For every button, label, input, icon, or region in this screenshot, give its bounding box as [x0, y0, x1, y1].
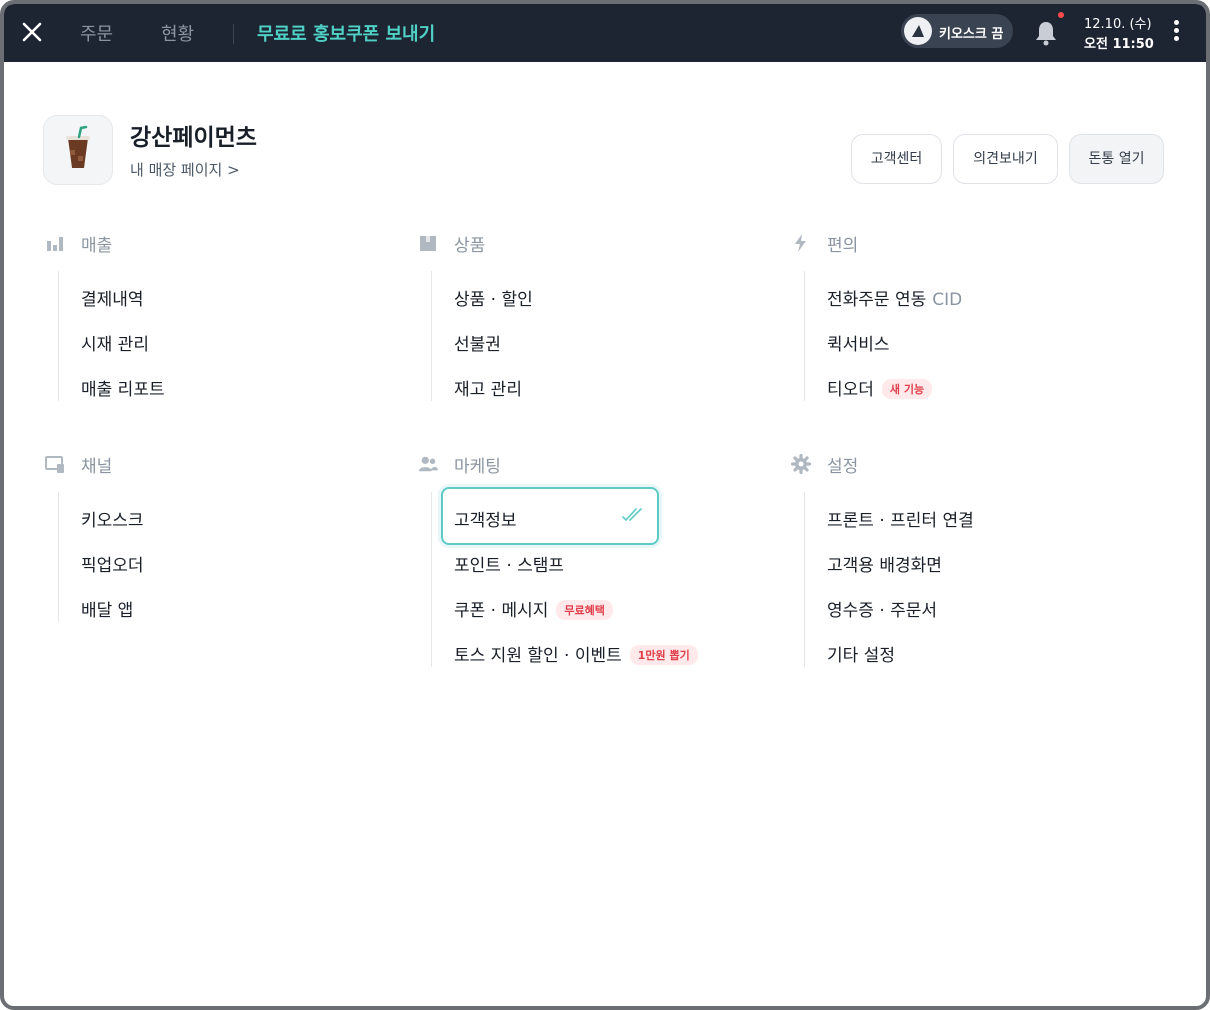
menu-pickup-order[interactable]: 픽업오더	[81, 551, 144, 576]
menu-quick-service[interactable]: 퀵서비스	[827, 330, 890, 355]
box-icon	[420, 236, 436, 251]
menu-torder[interactable]: 티오더 새 기능	[827, 375, 933, 400]
group-title: 상품	[454, 236, 486, 256]
app-window: 주문 현황 무료로 홍보쿠폰 보내기 키오스크 끔 12.10. (수) 오전 …	[0, 0, 1210, 1010]
menu-other-settings[interactable]: 기타 설정	[827, 641, 895, 666]
group-title: 마케팅	[454, 457, 501, 477]
promo-coupon-link[interactable]: 무료로 홍보쿠폰 보내기	[257, 20, 435, 46]
bell-icon[interactable]	[1034, 20, 1058, 46]
menu-coupons-messages[interactable]: 쿠폰 · 메시지 무료혜택	[454, 596, 613, 621]
more-menu-icon[interactable]	[1172, 20, 1180, 44]
free-benefit-badge: 무료혜택	[556, 600, 613, 620]
menu-inventory[interactable]: 재고 관리	[454, 375, 522, 400]
menu-sales-report[interactable]: 매출 리포트	[81, 375, 165, 400]
customer-center-button[interactable]: 고객센터	[851, 134, 942, 184]
clock-date: 12.10. (수)	[1084, 17, 1152, 32]
group-title: 설정	[827, 457, 859, 477]
store-avatar	[43, 115, 113, 185]
divider	[804, 271, 805, 401]
menu-customer-wallpaper[interactable]: 고객용 배경화면	[827, 551, 942, 576]
menu-cash-management[interactable]: 시재 관리	[81, 330, 149, 355]
draw-badge: 1만원 뽑기	[629, 645, 698, 665]
divider	[233, 24, 234, 44]
open-cash-drawer-button[interactable]: 돈통 열기	[1069, 134, 1164, 184]
new-feature-badge: 새 기능	[881, 379, 933, 399]
divider	[804, 492, 805, 667]
my-store-page-link[interactable]: 내 매장 페이지 >	[130, 159, 240, 180]
kiosk-toggle-label: 키오스크 끔	[939, 27, 1004, 42]
gear-icon	[791, 454, 811, 474]
divider	[58, 492, 59, 622]
tab-status[interactable]: 현황	[161, 20, 194, 46]
store-name: 강산페이먼츠	[130, 125, 257, 151]
tab-order[interactable]: 주문	[80, 20, 113, 46]
cid-label: CID	[932, 290, 963, 310]
menu-receipt-order-sheet[interactable]: 영수증 · 주문서	[827, 596, 937, 621]
notification-dot	[1058, 12, 1064, 18]
menu-customer-info[interactable]: 고객정보	[454, 506, 517, 531]
divider	[431, 492, 432, 667]
menu-torder-label: 티오더	[827, 380, 874, 400]
menu-front-printer[interactable]: 프론트 · 프린터 연결	[827, 506, 974, 531]
menu-delivery-app[interactable]: 배달 앱	[81, 596, 133, 621]
menu-toss-discount-event[interactable]: 토스 지원 할인 · 이벤트 1만원 뽑기	[454, 641, 698, 666]
close-icon[interactable]	[18, 18, 46, 46]
feedback-button[interactable]: 의견보내기	[953, 134, 1058, 184]
group-title: 편의	[827, 236, 859, 256]
top-bar: 주문 현황 무료로 홍보쿠폰 보내기 키오스크 끔 12.10. (수) 오전 …	[4, 4, 1206, 62]
kiosk-icon	[912, 25, 924, 37]
kiosk-toggle-knob	[904, 17, 932, 45]
monitor-icon	[45, 456, 64, 473]
menu-coupons-label: 쿠폰 · 메시지	[454, 601, 549, 621]
double-check-icon	[622, 508, 642, 522]
clock-time: 오전 11:50	[1084, 37, 1154, 52]
menu-phone-order-label: 전화주문 연동	[827, 290, 927, 310]
menu-prepaid[interactable]: 선불권	[454, 330, 501, 355]
menu-points-stamps[interactable]: 포인트 · 스탬프	[454, 551, 564, 576]
divider	[431, 271, 432, 401]
group-title: 채널	[81, 457, 113, 477]
group-title: 매출	[81, 236, 113, 256]
menu-products-discounts[interactable]: 상품 · 할인	[454, 285, 533, 310]
kiosk-toggle[interactable]: 키오스크 끔	[901, 14, 1013, 48]
divider	[58, 271, 59, 401]
coffee-cup-icon	[66, 125, 90, 168]
menu-phone-order[interactable]: 전화주문 연동 CID	[827, 285, 962, 310]
lightning-icon	[795, 234, 806, 252]
menu-kiosk[interactable]: 키오스크	[81, 506, 144, 531]
bar-chart-icon	[47, 237, 63, 251]
menu-payment-history[interactable]: 결제내역	[81, 285, 144, 310]
users-icon	[418, 456, 438, 472]
menu-toss-event-label: 토스 지원 할인 · 이벤트	[454, 646, 622, 666]
